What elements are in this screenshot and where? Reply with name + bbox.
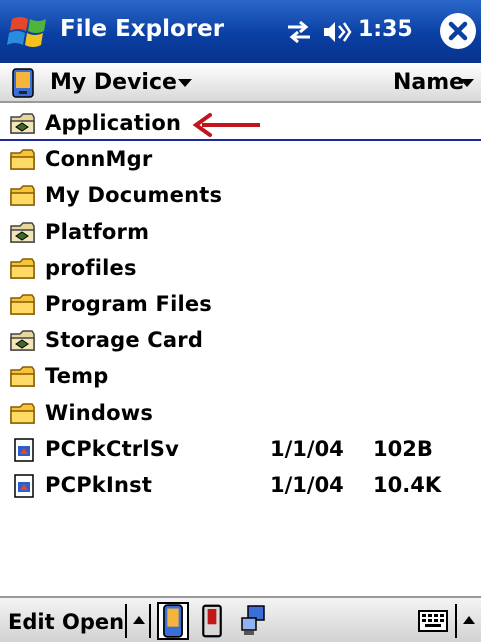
volume-icon[interactable]: [322, 20, 352, 44]
menu-bar: Edit Open: [0, 596, 481, 642]
app-title: File Explorer: [60, 16, 225, 42]
clock[interactable]: 1:35: [358, 17, 413, 42]
title-bar: File Explorer 1:35: [0, 0, 481, 63]
file-list-item[interactable]: Storage Card: [0, 322, 481, 358]
file-date: 1/1/04: [270, 436, 344, 461]
keyboard-icon[interactable]: [418, 608, 448, 634]
file-name: Application: [45, 111, 182, 135]
connectivity-icon[interactable]: [286, 21, 312, 43]
file-name: My Documents: [45, 183, 223, 208]
shared-folder-icon: [10, 112, 40, 136]
separator: [149, 604, 151, 638]
file-date: 1/1/04: [270, 473, 344, 497]
chevron-up-icon[interactable]: [133, 616, 145, 624]
folder-icon: [10, 293, 40, 317]
network-icon[interactable]: [238, 604, 268, 638]
red-arrow-annotation: [192, 113, 260, 137]
separator: [125, 604, 127, 638]
program-file-icon: [10, 438, 40, 462]
file-size: 10.4K: [373, 473, 442, 497]
separator: [455, 604, 457, 638]
file-name: PCPkInst: [45, 473, 153, 497]
file-name: Windows: [45, 400, 154, 425]
file-name: Temp: [45, 364, 109, 389]
close-icon: [448, 21, 468, 41]
file-list-item[interactable]: profiles: [0, 250, 481, 286]
file-name: Program Files: [45, 292, 213, 316]
chevron-up-icon[interactable]: [463, 616, 475, 624]
folder-icon: [10, 365, 40, 389]
edit-menu[interactable]: Edit: [8, 610, 55, 634]
folder-icon: [10, 184, 40, 208]
file-list-item[interactable]: Windows: [0, 395, 481, 431]
file-list-item[interactable]: PCPkCtrlSv 1/1/04 102B: [0, 431, 481, 467]
open-menu[interactable]: Open: [62, 610, 124, 634]
program-file-icon: [10, 474, 40, 498]
file-list-item[interactable]: Temp: [0, 358, 481, 394]
shared-folder-icon: [10, 329, 40, 353]
device-icon: [163, 604, 183, 638]
file-list-item[interactable]: ConnMgr: [0, 141, 481, 177]
location-dropdown[interactable]: My Device: [50, 70, 177, 95]
folder-icon: [10, 148, 40, 172]
file-list-item[interactable]: Program Files: [0, 286, 481, 322]
sort-dropdown[interactable]: Name: [393, 70, 464, 95]
file-list-item[interactable]: PCPkInst 1/1/04 10.4K: [0, 467, 481, 503]
shared-folder-icon: [10, 221, 40, 245]
file-name: ConnMgr: [45, 147, 153, 172]
storage-card-icon[interactable]: [200, 604, 224, 638]
file-list-item[interactable]: Platform: [0, 214, 481, 250]
device-icon: [12, 68, 34, 98]
file-name: profiles: [45, 255, 137, 280]
windows-start-icon[interactable]: [6, 9, 52, 55]
chevron-down-icon[interactable]: [178, 79, 192, 87]
file-list-item[interactable]: My Documents: [0, 177, 481, 213]
file-size: 102B: [373, 436, 433, 461]
folder-icon: [10, 402, 40, 426]
chevron-down-icon[interactable]: [460, 79, 474, 87]
location-bar: My Device Name: [0, 63, 481, 103]
close-button[interactable]: [440, 13, 476, 49]
my-device-button[interactable]: [157, 602, 189, 640]
folder-icon: [10, 257, 40, 281]
file-name: Platform: [45, 219, 150, 244]
file-name: Storage Card: [45, 328, 204, 353]
file-name: PCPkCtrlSv: [45, 436, 179, 461]
